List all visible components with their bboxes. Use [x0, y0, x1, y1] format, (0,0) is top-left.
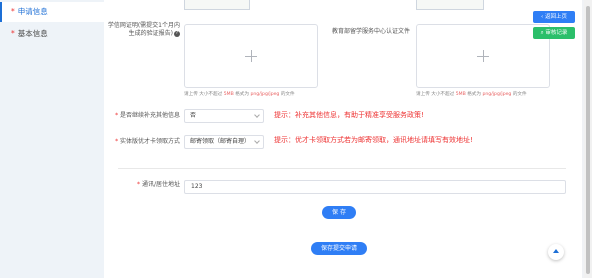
chevron-left-icon: ‹ — [541, 14, 544, 20]
sidebar-item-label: 基本信息 — [17, 29, 48, 38]
delivery-label: * 实体版优才卡领取方式 — [115, 138, 180, 145]
upload-hint: 请上传 大小不超过 5MB 格式为 png/jpg/jpeg 的文件 — [184, 92, 295, 97]
audit-record-button[interactable]: ⌕ 审核记录 — [533, 27, 575, 39]
save-button[interactable]: 保 存 — [322, 206, 356, 219]
search-icon: ⌕ — [540, 30, 544, 36]
back-to-top-button[interactable] — [548, 244, 564, 260]
plus-icon — [245, 50, 257, 62]
edu-cert-upload[interactable] — [416, 24, 550, 88]
sidebar-nav: * 申请信息 * 基本信息 — [0, 0, 104, 278]
delivery-select[interactable]: 邮寄领取（邮寄自理） — [184, 135, 264, 149]
sidebar-item-basic-info[interactable]: * 基本信息 — [0, 24, 104, 44]
supplement-select[interactable]: 否 — [184, 109, 264, 123]
required-star: * — [11, 29, 15, 38]
supplement-tip: 提示：补充其他信息，有助于精准享受服务政策! — [274, 111, 424, 119]
uploaded-image-thumbnail[interactable] — [416, 0, 484, 10]
study-proof-label: 学信网证明(需提交1个月内生成的验证报告)? — [107, 22, 180, 37]
chevron-down-icon — [254, 138, 260, 144]
upload-hint: 请上传 大小不超过 5MB 格式为 png/jpg/jpeg 的文件 — [416, 92, 527, 97]
address-input[interactable]: 123 — [184, 180, 566, 194]
delivery-tip: 提示：优才卡领取方式若为邮寄领取，通讯地址请填写有效地址! — [274, 136, 473, 144]
page-scrollbar[interactable] — [584, 0, 592, 278]
back-button[interactable]: ‹ 返回上页 — [533, 11, 575, 23]
scrollbar-thumb[interactable] — [586, 6, 590, 274]
sidebar-item-application-info[interactable]: * 申请信息 — [0, 2, 104, 22]
arrow-up-icon — [553, 249, 559, 253]
submit-application-button[interactable]: 保存提交申请 — [311, 242, 367, 255]
form-panel: 学信网证明(需提交1个月内生成的验证报告)? 请上传 大小不超过 5MB 格式为… — [104, 0, 582, 278]
supplement-label: * 是否继续补充其他信息 — [115, 112, 180, 119]
divider — [118, 168, 566, 169]
plus-icon — [477, 50, 489, 62]
study-proof-upload[interactable] — [184, 24, 318, 88]
sidebar-item-label: 申请信息 — [17, 7, 48, 16]
chevron-down-icon — [254, 112, 260, 118]
required-star: * — [11, 7, 15, 16]
edu-cert-label: 教育部留学服务中心认证文件 — [331, 28, 410, 35]
uploaded-image-thumbnail[interactable] — [184, 0, 250, 10]
address-label: * 通讯/居住地址 — [137, 181, 180, 188]
question-circle-icon[interactable]: ? — [174, 30, 180, 37]
